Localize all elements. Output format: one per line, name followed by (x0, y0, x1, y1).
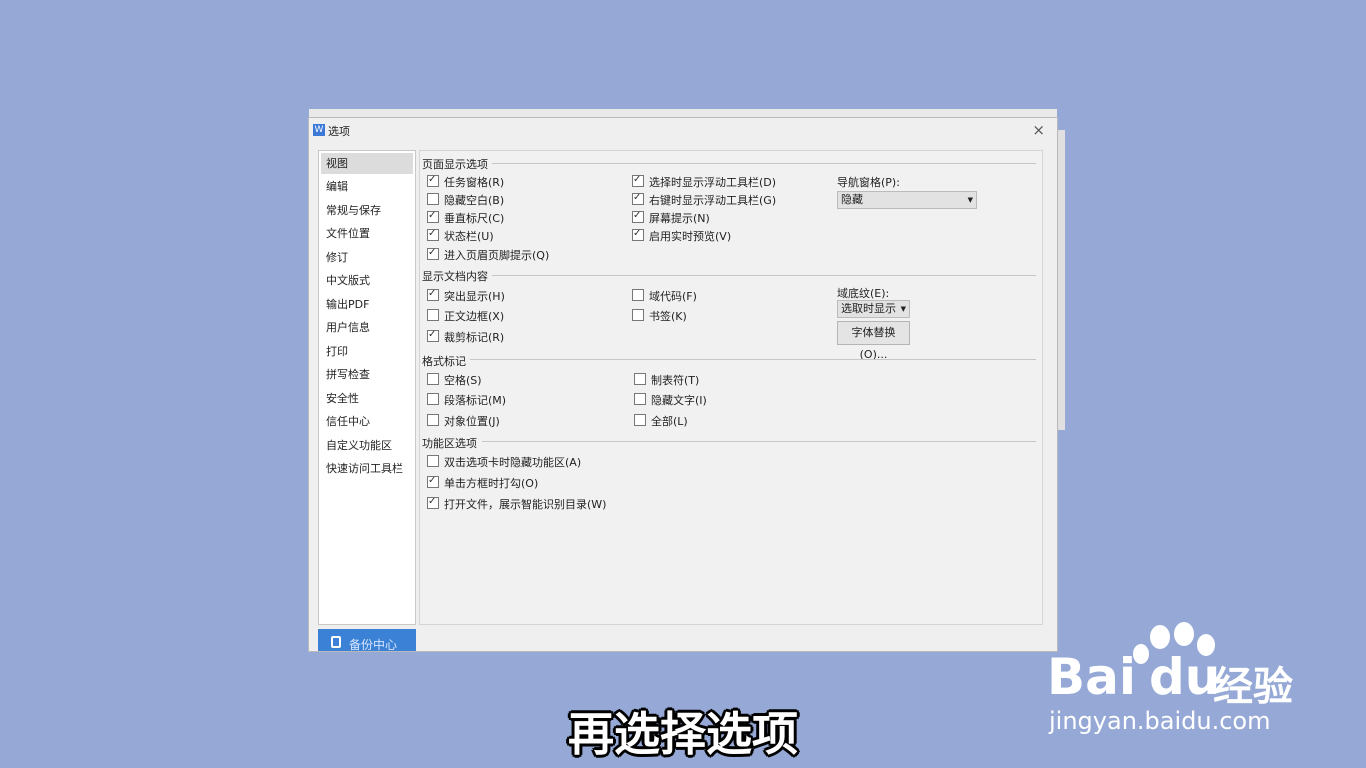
paw-toe (1174, 622, 1194, 646)
field-shading-label: 域底纹(E): (837, 287, 890, 300)
backup-center-label: 备份中心 (349, 638, 398, 651)
sidebar-item-customize-ribbon[interactable]: 自定义功能区 (321, 435, 413, 456)
nav-pane-select[interactable]: 隐藏 ▼ (837, 191, 977, 209)
field-shading-select[interactable]: 选取时显示 ▼ (837, 300, 910, 318)
background-ribbon-strip (309, 109, 1057, 118)
section-divider (482, 441, 1036, 442)
sidebar-item-spell-check[interactable]: 拼写检查 (321, 364, 413, 385)
check-icon: ✓ (428, 329, 437, 340)
backup-center-button[interactable]: 备份中心 (318, 629, 416, 651)
sidebar-item-chinese-layout[interactable]: 中文版式 (321, 270, 413, 291)
close-button[interactable]: × (1032, 121, 1045, 139)
section-divider (470, 359, 1036, 360)
sidebar-item-trust-center[interactable]: 信任中心 (321, 411, 413, 432)
section-divider (492, 163, 1036, 164)
check-icon: ✓ (633, 192, 642, 203)
section-divider (492, 275, 1036, 276)
section-title-doc-content: 显示文档内容 (422, 270, 488, 283)
sidebar-item-general-save[interactable]: 常规与保存 (321, 200, 413, 221)
dropdown-arrow-icon: ▼ (967, 196, 973, 204)
check-icon: ✓ (428, 228, 437, 239)
sidebar-item-file-location[interactable]: 文件位置 (321, 223, 413, 244)
sidebar-item-export-pdf[interactable]: 输出PDF (321, 294, 413, 315)
wps-app-icon: W (313, 124, 325, 136)
options-dialog: W 选项 × 视图 编辑 常规与保存 文件位置 修订 中文版式 输出PDF 用户… (309, 118, 1057, 651)
dropdown-arrow-icon: ▼ (900, 305, 906, 313)
sidebar-item-quick-access-toolbar[interactable]: 快速访问工具栏 (321, 458, 413, 479)
sidebar-item-revision[interactable]: 修订 (321, 247, 413, 268)
sidebar-item-security[interactable]: 安全性 (321, 388, 413, 409)
check-icon: ✓ (428, 475, 437, 486)
section-title-page-display: 页面显示选项 (422, 158, 488, 171)
check-icon: ✓ (428, 496, 437, 507)
options-sidebar: 视图 编辑 常规与保存 文件位置 修订 中文版式 输出PDF 用户信息 打印 拼… (318, 150, 416, 625)
check-icon: ✓ (428, 288, 437, 299)
section-title-format-marks: 格式标记 (422, 355, 466, 368)
check-icon: ✓ (428, 210, 437, 221)
section-title-ribbon: 功能区选项 (422, 437, 477, 450)
sidebar-item-print[interactable]: 打印 (321, 341, 413, 362)
dialog-titlebar: W 选项 × (309, 118, 1057, 143)
options-content-panel: 页面显示选项 ✓ 任务窗格(R) 隐藏空白(B) ✓ 垂直标尺(C) ✓ 状态栏(U)… (419, 150, 1043, 625)
check-icon: ✓ (633, 210, 642, 221)
check-icon: ✓ (428, 174, 437, 185)
check-icon: ✓ (428, 247, 437, 258)
video-subtitle: 再选择选项 (568, 707, 798, 761)
nav-pane-label: 导航窗格(P): (837, 176, 900, 189)
dialog-title: 选项 (328, 125, 350, 138)
check-icon: ✓ (633, 174, 642, 185)
sidebar-item-edit[interactable]: 编辑 (321, 176, 413, 197)
sidebar-item-view[interactable]: 视图 (321, 153, 413, 174)
sidebar-item-user-info[interactable]: 用户信息 (321, 317, 413, 338)
font-substitution-button[interactable]: 字体替换(O)... (837, 321, 910, 361)
backup-icon (331, 636, 341, 648)
paw-toe (1150, 625, 1170, 649)
check-icon: ✓ (633, 228, 642, 239)
